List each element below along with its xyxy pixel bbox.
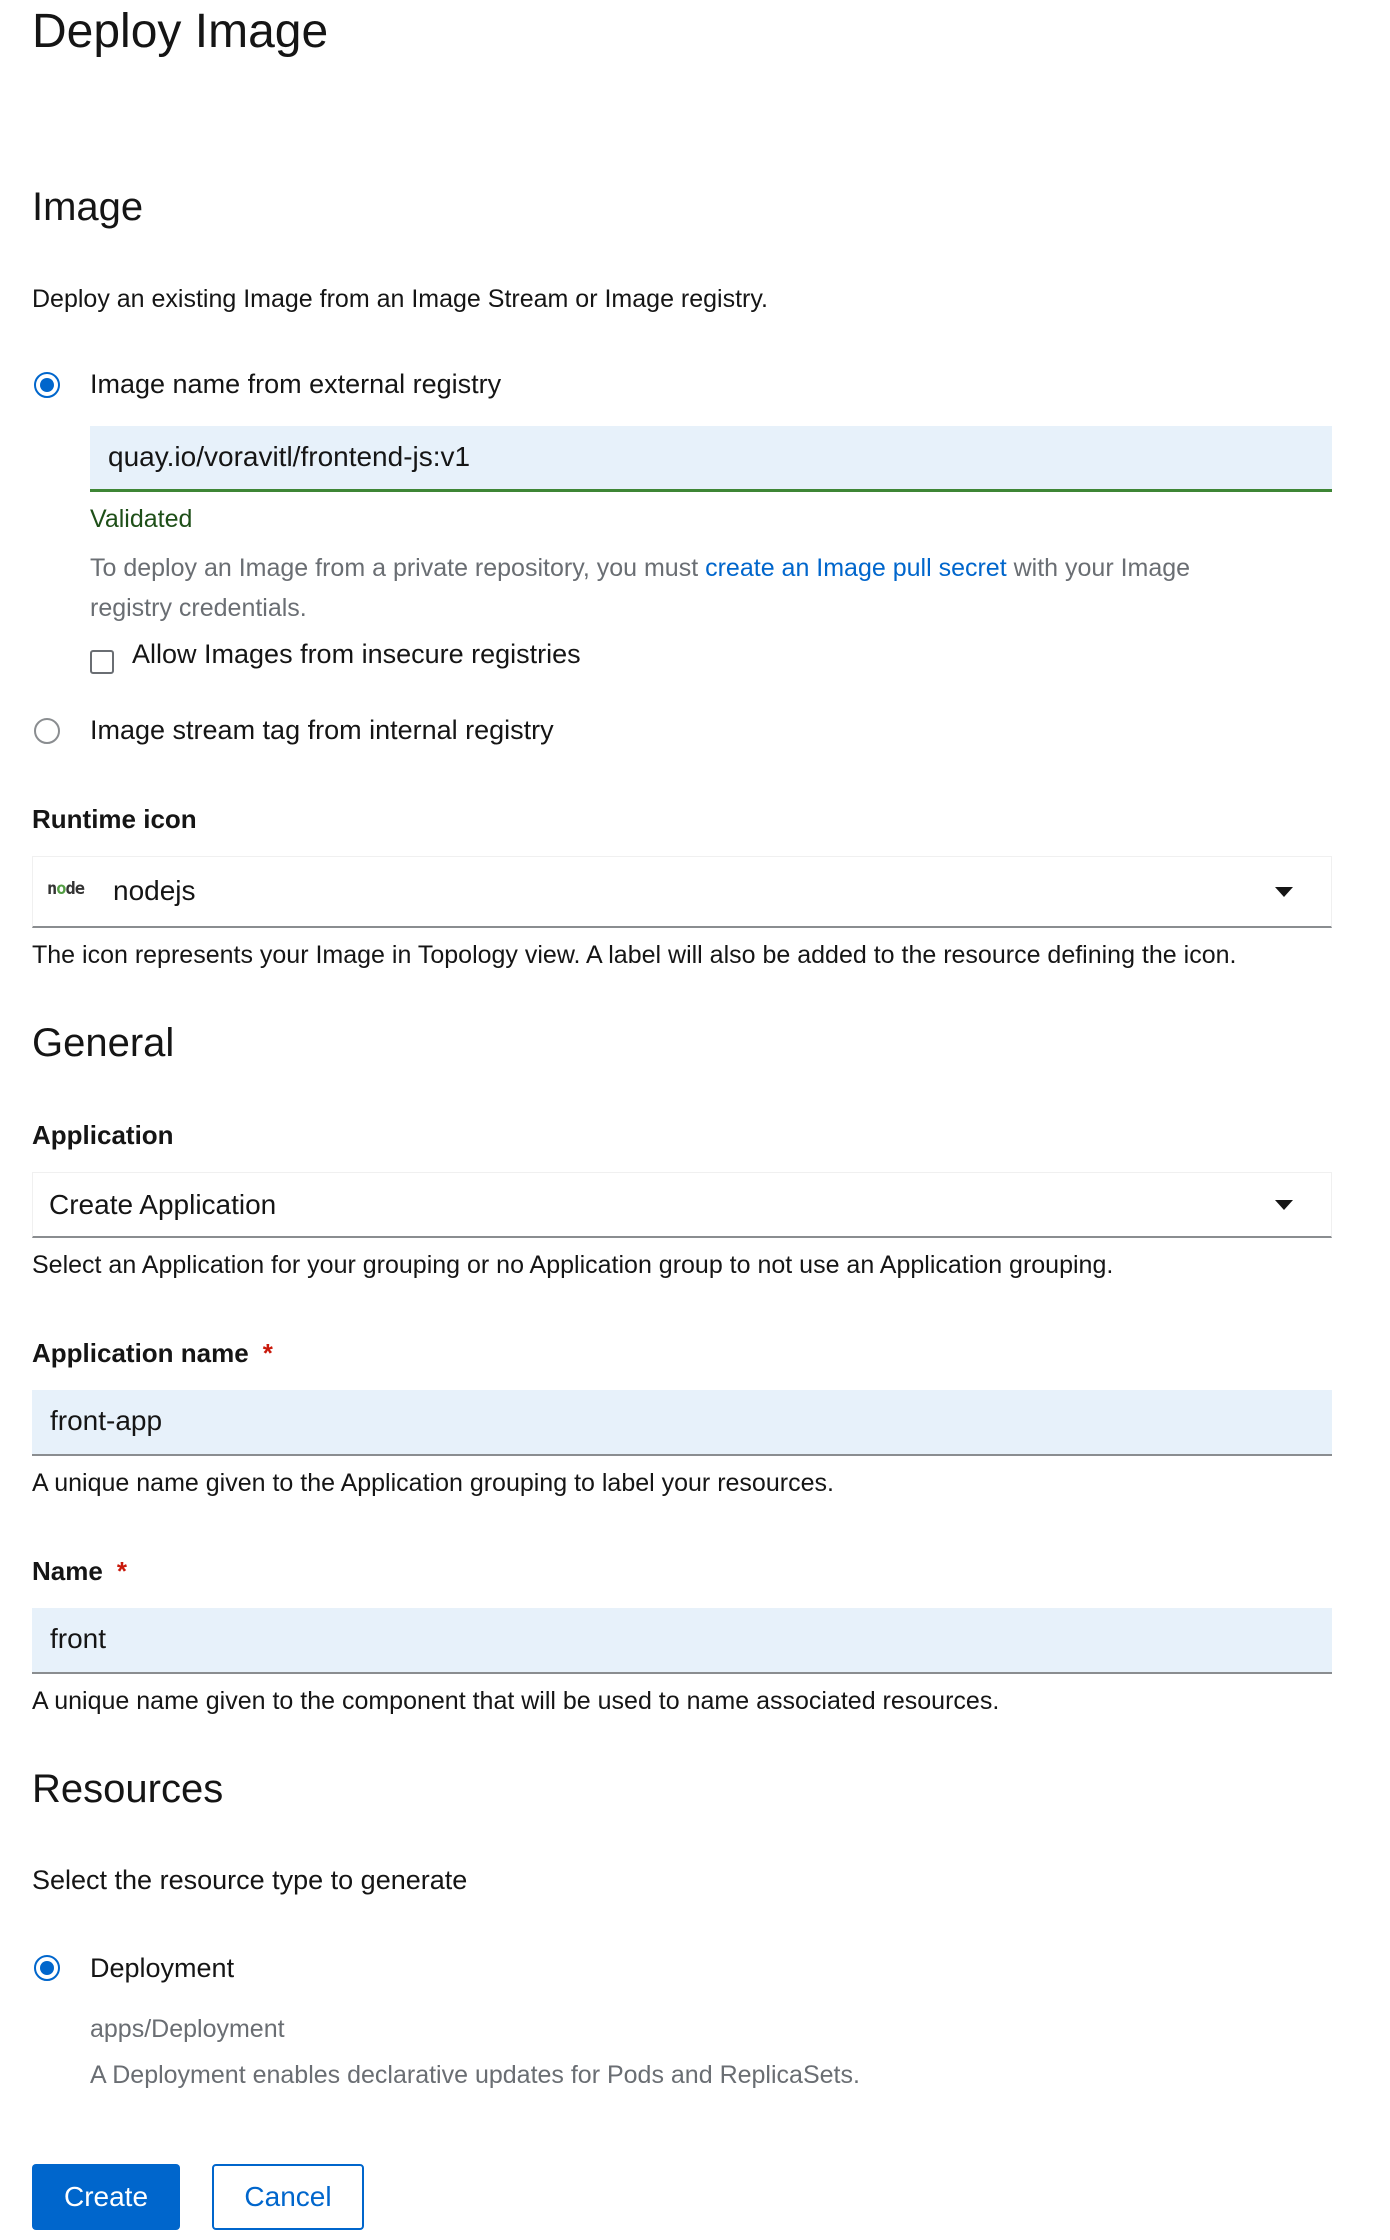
runtime-icon-helper: The icon represents your Image in Topolo… (32, 941, 1237, 969)
application-name-helper: A unique name given to the Application g… (32, 1469, 834, 1497)
internal-registry-label[interactable]: Image stream tag from internal registry (90, 712, 554, 748)
image-section-heading: Image (32, 185, 144, 229)
application-label: Application (32, 1120, 174, 1150)
external-registry-radio[interactable] (34, 372, 60, 398)
internal-registry-radio[interactable] (34, 718, 60, 744)
required-marker: * (262, 1338, 273, 1368)
application-name-label-text: Application name (32, 1338, 249, 1368)
deploy-image-page: Deploy Image Image Deploy an existing Im… (0, 0, 1390, 2240)
validation-status: Validated (90, 505, 193, 533)
general-section-heading: General (32, 1021, 175, 1065)
private-repo-help-suffix: with your Image (1006, 554, 1191, 582)
deployment-api: apps/Deployment (90, 2015, 285, 2043)
private-repo-help-line2: registry credentials. (90, 594, 307, 622)
private-repo-help-prefix: To deploy an Image from a private reposi… (90, 554, 706, 582)
resources-description: Select the resource type to generate (32, 1865, 468, 1895)
application-select[interactable]: Create Application (32, 1172, 1332, 1238)
private-repo-help: To deploy an Image from a private reposi… (90, 551, 1330, 585)
create-button[interactable]: Create (32, 2164, 180, 2230)
name-input[interactable]: front (32, 1608, 1332, 1674)
image-name-input[interactable]: quay.io/voravitl/frontend-js:v1 (90, 426, 1332, 492)
name-label: Name * (32, 1554, 127, 1588)
runtime-icon-select[interactable]: node nodejs (32, 856, 1332, 928)
external-registry-label[interactable]: Image name from external registry (90, 366, 501, 402)
deployment-radio[interactable] (34, 1955, 60, 1981)
cancel-button[interactable]: Cancel (212, 2164, 364, 2230)
deployment-label[interactable]: Deployment (90, 1950, 234, 1986)
name-helper: A unique name given to the component tha… (32, 1687, 1000, 1715)
nodejs-logo-icon: node (47, 879, 85, 899)
application-select-value: Create Application (49, 1189, 277, 1220)
page-title: Deploy Image (32, 5, 329, 58)
insecure-registries-checkbox[interactable] (90, 650, 114, 674)
application-name-input[interactable]: front-app (32, 1390, 1332, 1456)
application-helper: Select an Application for your grouping … (32, 1251, 1114, 1279)
runtime-icon-value: nodejs (113, 875, 196, 906)
runtime-icon-label: Runtime icon (32, 804, 197, 834)
deployment-description: A Deployment enables declarative updates… (90, 2061, 860, 2089)
image-section-description: Deploy an existing Image from an Image S… (32, 285, 768, 313)
chevron-down-icon (1275, 886, 1293, 897)
resources-section-heading: Resources (32, 1767, 224, 1811)
name-label-text: Name (32, 1556, 103, 1586)
chevron-down-icon (1275, 1199, 1293, 1210)
required-marker: * (116, 1556, 127, 1586)
create-pull-secret-link[interactable]: create an Image pull secret (705, 554, 1007, 582)
insecure-registries-label[interactable]: Allow Images from insecure registries (132, 636, 581, 672)
application-name-label: Application name * (32, 1336, 273, 1370)
